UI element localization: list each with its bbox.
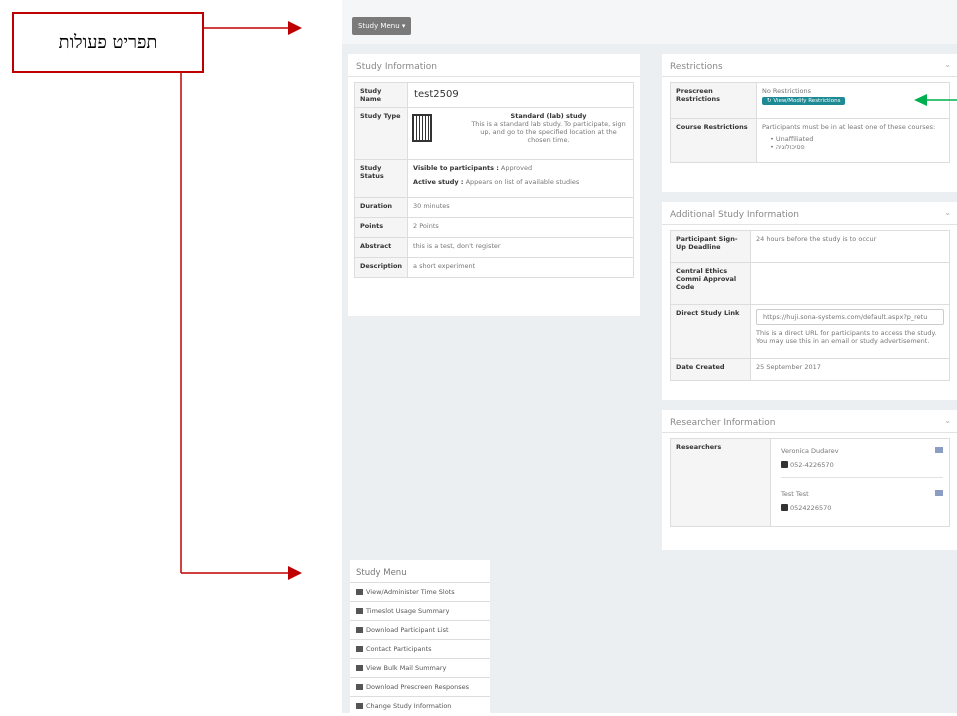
button-label: View/Modify Restrictions [773, 98, 841, 104]
researcher-table: Researchers Veronica Dudarev 052-4226570… [670, 438, 950, 527]
study-menu-title: Study Menu [356, 568, 407, 578]
study-info-panel: Study Information Study Name test2509 St… [348, 54, 640, 316]
envelope-icon [356, 646, 363, 652]
course-item: Unaffiliated [775, 135, 814, 143]
ethics-key: Central Ethics Commi Approval Code [670, 262, 751, 305]
prescreen-key: Prescreen Restrictions [670, 82, 757, 119]
menu-item-download-participants[interactable]: Download Participant List [350, 620, 490, 639]
menu-item-label: Download Participant List [366, 626, 449, 634]
menu-item-timeslot-usage[interactable]: Timeslot Usage Summary [350, 601, 490, 620]
points-key: Points [353, 217, 409, 238]
course-cell: Participants must be in at least one of … [756, 118, 950, 163]
active-value: Appears on list of available studies [465, 178, 580, 186]
link-key: Direct Study Link [670, 304, 751, 359]
menu-item-label: View Bulk Mail Summary [366, 664, 447, 672]
panel-title: Restrictions [662, 54, 957, 77]
panel-title: Researcher Information [662, 410, 957, 433]
course-key: Course Restrictions [670, 118, 757, 163]
prescreen-cell: No Restrictions ↻ View/Modify Restrictio… [756, 82, 950, 119]
study-info-table: Study Name test2509 Study Type Standard … [353, 82, 634, 278]
researcher-name: Test Test [781, 490, 809, 498]
description-value: a short experiment [407, 257, 634, 278]
chevron-down-icon[interactable]: ⌄ [944, 60, 951, 69]
study-type-title: Standard (lab) study [510, 112, 587, 120]
researcher-phone: 0524226570 [790, 504, 832, 512]
active-key: Active study : [413, 178, 464, 186]
researcher-item: Test Test 0524226570 [781, 478, 943, 520]
target-icon [356, 684, 363, 690]
researcher-name: Veronica Dudarev [781, 447, 839, 455]
course-item: פסיכולוגיה [775, 143, 805, 151]
refresh-icon [356, 703, 363, 709]
report-icon [356, 608, 363, 614]
menu-item-prescreen-responses[interactable]: Download Prescreen Responses [350, 677, 490, 696]
researcher-item: Veronica Dudarev 052-4226570 [781, 441, 943, 478]
eye-icon [356, 589, 363, 595]
course-text: Participants must be in at least one of … [762, 123, 936, 131]
visible-value: Approved [500, 164, 533, 172]
menu-item-label: View/Administer Time Slots [366, 588, 455, 596]
created-value: 25 September 2017 [750, 358, 950, 381]
study-status-cell: Visible to participants : Approved Activ… [407, 159, 634, 198]
menu-item-bulk-mail[interactable]: View Bulk Mail Summary [350, 658, 490, 677]
researcher-phone: 052-4226570 [790, 461, 834, 469]
researchers-cell: Veronica Dudarev 052-4226570 Test Test 0… [770, 438, 950, 527]
study-menu-button[interactable]: Study Menu ▾ [352, 17, 412, 35]
link-note: This is a direct URL for participants to… [756, 329, 937, 345]
building-icon [412, 114, 433, 142]
ethics-value [750, 262, 950, 305]
duration-value: 30 minutes [407, 197, 634, 218]
menu-item-label: Download Prescreen Responses [366, 683, 469, 691]
study-type-key: Study Type [353, 107, 409, 160]
prescreen-value: No Restrictions [762, 87, 811, 95]
study-name-key: Study Name [353, 82, 409, 108]
restrictions-table: Prescreen Restrictions No Restrictions ↻… [670, 82, 950, 163]
additional-table: Participant Sign-Up Deadline 24 hours be… [670, 230, 950, 381]
panel-title: Study Information [348, 54, 640, 77]
study-type-desc: This is a standard lab study. To partici… [471, 120, 626, 144]
abstract-key: Abstract [353, 237, 409, 258]
deadline-key: Participant Sign-Up Deadline [670, 230, 751, 263]
phone-icon [781, 504, 788, 511]
researcher-panel: Researcher Information ⌄ Researchers Ver… [662, 410, 957, 550]
visible-key: Visible to participants : [413, 164, 499, 172]
points-value: 2 Points [407, 217, 634, 238]
inbox-icon [356, 665, 363, 671]
additional-info-panel: Additional Study Information ⌄ Participa… [662, 202, 957, 400]
menu-item-change-study[interactable]: Change Study Information [350, 696, 490, 715]
chevron-down-icon[interactable]: ⌄ [944, 208, 951, 217]
arrow-head-top [288, 21, 302, 35]
panel-title: Additional Study Information [662, 202, 957, 225]
view-modify-restrictions-button[interactable]: ↻ View/Modify Restrictions [762, 97, 846, 105]
study-menu-panel: Study Menu View/Administer Time Slots Ti… [350, 560, 490, 715]
annotation-callout: תפריט פעולות [12, 12, 204, 73]
menu-item-label: Timeslot Usage Summary [366, 607, 450, 615]
duration-key: Duration [353, 197, 409, 218]
arrow-head-bottom [288, 566, 302, 580]
menu-item-label: Contact Participants [366, 645, 432, 653]
researchers-key: Researchers [670, 438, 771, 527]
envelope-icon[interactable] [935, 490, 943, 496]
menu-item-label: Change Study Information [366, 702, 452, 710]
envelope-icon[interactable] [935, 447, 943, 453]
phone-icon [781, 461, 788, 468]
abstract-value: this is a test, don't register [407, 237, 634, 258]
chevron-down-icon[interactable]: ⌄ [944, 416, 951, 425]
menu-item-view-time-slots[interactable]: View/Administer Time Slots [350, 582, 490, 601]
top-bar: Study Menu ▾ [342, 0, 957, 44]
menu-item-contact-participants[interactable]: Contact Participants [350, 639, 490, 658]
download-icon [356, 627, 363, 633]
restrictions-panel: Restrictions ⌄ Prescreen Restrictions No… [662, 54, 957, 192]
deadline-value: 24 hours before the study is to occur [750, 230, 950, 263]
direct-link-input[interactable]: https://huji.sona-systems.com/default.as… [756, 309, 944, 325]
study-status-key: Study Status [353, 159, 409, 198]
study-type-cell: Standard (lab) study This is a standard … [407, 107, 634, 160]
description-key: Description [353, 257, 409, 278]
link-cell: https://huji.sona-systems.com/default.as… [750, 304, 950, 359]
study-name-value: test2509 [407, 82, 634, 108]
created-key: Date Created [670, 358, 751, 381]
